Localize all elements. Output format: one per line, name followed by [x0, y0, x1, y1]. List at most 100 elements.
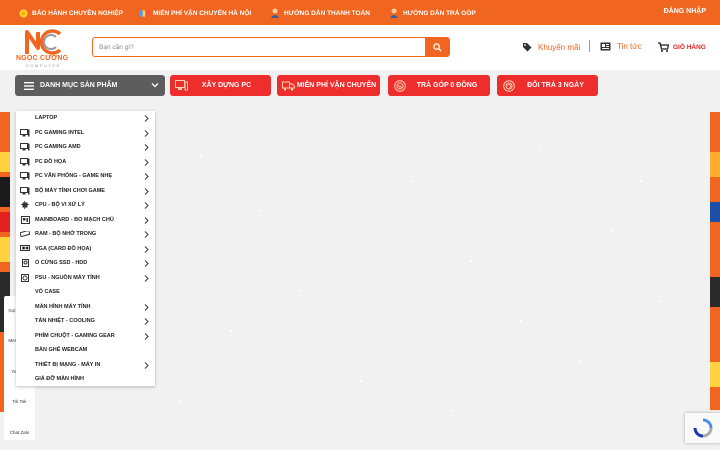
menu-item-man-hinh[interactable]: MÀN HÌNH MÁY TÍNH	[16, 300, 155, 315]
topbar-item-warranty[interactable]: BẢO HÀNH CHUYÊN NGHIỆP	[18, 8, 123, 18]
topbar-item-shipping[interactable]: MIỄN PHÍ VẬN CHUYỂN HÀ NỘI	[139, 8, 251, 18]
menu-item-label: PC GAMING INTEL	[35, 129, 85, 136]
snowflake	[640, 180, 642, 182]
promo-label: TRẢ GÓP 0 ĐỒNG	[416, 82, 478, 89]
logo-subtext: COMPUTER	[26, 63, 61, 68]
menu-item-psu[interactable]: PSU - NGUỒN MÁY TÍNH	[16, 271, 155, 286]
topbar-item-payment-guide[interactable]: HƯỚNG DẪN THANH TOÁN	[270, 8, 370, 18]
desktop-icon	[20, 186, 30, 195]
category-menu-button[interactable]: DANH MỤC SẢN PHẨM	[15, 75, 165, 96]
news-label: Tin tức	[617, 42, 642, 51]
menu-item-label: MÀN HÌNH MÁY TÍNH	[35, 303, 91, 310]
return-badge-icon	[502, 79, 515, 92]
snowflake	[260, 210, 262, 212]
psu-icon	[20, 273, 30, 282]
header: NGỌC CƯỜNG COMPUTER Khuyến mãi Tin tức G…	[0, 25, 720, 70]
ram-icon	[20, 230, 30, 238]
pc-build-icon	[175, 79, 188, 92]
banner-stripe	[0, 152, 10, 172]
promotions-label: Khuyến mãi	[538, 42, 581, 52]
topbar-item-installment-guide[interactable]: HƯỚNG DẪN TRẢ GÓP	[389, 8, 476, 18]
banner-stripe	[710, 362, 720, 387]
menu-item-label: RAM - BỘ NHỚ TRONG	[35, 231, 97, 238]
menu-item-ram[interactable]: RAM - BỘ NHỚ TRONG	[16, 227, 155, 242]
chevron-right-icon	[144, 202, 149, 211]
promotions-link[interactable]: Khuyến mãi	[522, 42, 580, 52]
menu-item-pc-gaming-intel[interactable]: PC GAMING INTEL	[16, 126, 155, 141]
logo[interactable]: NGỌC CƯỜNG COMPUTER	[16, 28, 72, 68]
right-side-banner[interactable]	[710, 112, 720, 410]
promo-label: MIỄN PHÍ VẬN CHUYỂN	[296, 82, 377, 89]
top-bar: BẢO HÀNH CHUYÊN NGHIỆP MIỄN PHÍ VẬN CHUY…	[0, 0, 720, 25]
menu-item-pc-do-hoa[interactable]: PC ĐỒ HỌA	[16, 155, 155, 170]
menu-item-label: Ổ CỨNG SSD - HDD	[35, 260, 88, 267]
snowflake	[200, 155, 202, 157]
menu-item-ssd-hdd[interactable]: Ổ CỨNG SSD - HDD	[16, 256, 155, 271]
search-button[interactable]	[425, 38, 449, 56]
menu-item-tan-nhiet[interactable]: TẢN NHIỆT - COOLING	[16, 314, 155, 329]
menu-item-laptop[interactable]: LAPTOP	[16, 111, 155, 126]
recaptcha-icon	[693, 418, 712, 438]
promo-return[interactable]: ĐỔI TRẢ 3 NGÀY	[497, 75, 598, 96]
menu-item-label: BÀN GHẾ WEBCAM	[35, 347, 88, 354]
snowflake	[450, 410, 452, 412]
menu-item-label: PHÍM CHUỘT - GAMING GEAR	[35, 332, 115, 339]
chevron-right-icon	[144, 231, 149, 240]
banner-stripe	[710, 202, 720, 222]
chevron-right-icon	[144, 303, 149, 313]
snowflake	[660, 300, 662, 302]
desktop-icon	[20, 172, 30, 180]
social-label: Chat Zalo	[9, 430, 30, 435]
snowflake	[320, 135, 322, 137]
banner-stripe	[710, 277, 720, 307]
menu-item-mainboard[interactable]: MAINBOARD - BO MẠCH CHỦ	[16, 213, 155, 228]
ssd-icon	[20, 259, 30, 268]
promo-free-shipping[interactable]: MIỄN PHÍ VẬN CHUYỂN	[277, 75, 380, 96]
snowflake	[410, 180, 412, 182]
menu-item-label: VỎ CASE	[35, 289, 60, 296]
chevron-right-icon	[144, 216, 149, 226]
chevron-right-icon	[144, 187, 149, 197]
promo-installment[interactable]: % TRẢ GÓP 0 ĐỒNG	[388, 75, 490, 96]
chevron-right-icon	[144, 332, 149, 342]
chevron-right-icon	[144, 129, 149, 139]
nav-row: DANH MỤC SẢN PHẨM XÂY DỰNG PC MIỄN PHÍ V…	[0, 70, 720, 101]
chevron-right-icon	[144, 245, 149, 255]
chevron-right-icon	[144, 361, 149, 371]
menu-item-thiet-bi-mang[interactable]: THIẾT BỊ MẠNG - MÁY IN	[16, 358, 155, 373]
promo-build-pc[interactable]: XÂY DỰNG PC	[170, 75, 271, 96]
login-link[interactable]: ĐĂNG NHẬP	[664, 8, 706, 15]
menu-item-ban-ghe-webcam[interactable]: BÀN GHẾ WEBCAM	[16, 343, 155, 358]
menu-item-vga[interactable]: VGA (CARD ĐỒ HỌA)	[16, 242, 155, 257]
chevron-right-icon	[144, 318, 149, 327]
snowflake	[230, 330, 232, 332]
menu-item-label: PSU - NGUỒN MÁY TÍNH	[35, 274, 100, 281]
tag-icon	[522, 42, 532, 52]
menu-item-bo-may-tinh[interactable]: BỘ MÁY TÍNH CHƠI GAME	[16, 184, 155, 199]
search-bar	[92, 37, 450, 57]
chevron-right-icon	[144, 274, 149, 284]
menu-item-label: THIẾT BỊ MẠNG - MÁY IN	[35, 361, 101, 368]
user-guide-icon	[270, 8, 280, 18]
desktop-icon	[20, 128, 30, 137]
search-input[interactable]	[93, 38, 425, 56]
hamburger-icon	[24, 81, 34, 90]
flag-icon	[139, 8, 149, 18]
social-tiktok[interactable]: Tik Tok	[4, 399, 35, 404]
menu-item-pc-van-phong[interactable]: PC VĂN PHÒNG - GAME NHẸ	[16, 169, 155, 184]
cart-link[interactable]: GIỎ HÀNG	[658, 42, 706, 52]
menu-item-label: VGA (CARD ĐỒ HỌA)	[35, 245, 92, 252]
news-link[interactable]: Tin tức	[600, 42, 642, 51]
social-zalo[interactable]: Chat Zalo	[4, 430, 35, 435]
menu-item-vo-case[interactable]: VỎ CASE	[16, 285, 155, 300]
banner-stripe	[0, 177, 10, 207]
recaptcha-badge[interactable]	[685, 413, 720, 443]
menu-item-phim-chuot[interactable]: PHÍM CHUỘT - GAMING GEAR	[16, 329, 155, 344]
vga-icon	[20, 245, 30, 253]
menu-item-label: MAINBOARD - BO MẠCH CHỦ	[35, 216, 114, 223]
category-dropdown-menu: LAPTOP PC GAMING INTEL PC GAMING AMD PC …	[16, 111, 155, 386]
menu-item-gia-do-man-hinh[interactable]: GIÁ ĐỠ MÀN HÌNH	[16, 372, 155, 387]
social-label: Tik Tok	[12, 399, 27, 404]
menu-item-pc-gaming-amd[interactable]: PC GAMING AMD	[16, 140, 155, 155]
menu-item-cpu[interactable]: CPU - BỘ VI XỬ LÝ	[16, 198, 155, 213]
